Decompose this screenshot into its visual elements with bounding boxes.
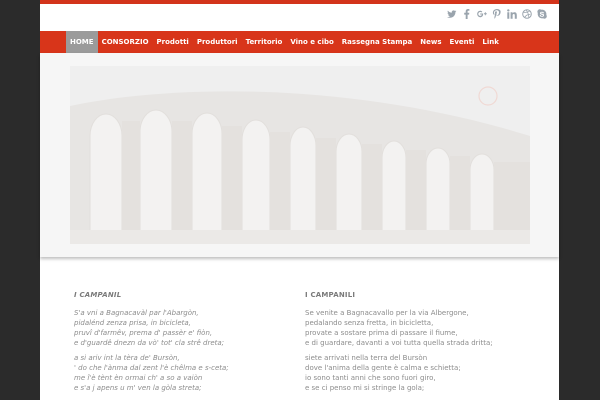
skype-icon[interactable]	[534, 7, 549, 21]
nav-item-prodotti[interactable]: Prodotti	[153, 31, 193, 53]
linkedin-icon[interactable]	[504, 7, 519, 21]
poem-italian: I CAMPANILI Se venite a Bagnacavallo per…	[305, 290, 505, 393]
poem-stanza: siete arrivati nella terra del Bursòn do…	[305, 353, 505, 393]
poem-line: e se ci penso mi si stringe la gola;	[305, 384, 425, 392]
dribbble-icon[interactable]	[519, 7, 534, 21]
poem-line: provate a sostare prima di passare il fi…	[305, 329, 458, 337]
hero-slider[interactable]	[40, 53, 559, 257]
nav-item-eventi[interactable]: Eventi	[446, 31, 479, 53]
poem-title: I CAMPANILI	[305, 291, 356, 299]
poem-stanza: S'a vni a Bagnacavàl par l'Abargòn, pida…	[74, 308, 274, 348]
poem-line: siete arrivati nella terra del Bursòn	[305, 354, 428, 362]
pinterest-icon[interactable]	[489, 7, 504, 21]
nav-item-link[interactable]: Link	[478, 31, 503, 53]
poem-line: me î'è tènt èn ormai ch' a so a vaiòn	[74, 374, 203, 382]
poem-line: pedalando senza fretta, in bicicletta,	[305, 319, 434, 327]
poem-line: ' do che l'ànma dal zent l'è chêlma e s-…	[74, 364, 229, 372]
poem-title: I CAMPANIL	[74, 291, 122, 299]
poem-dialect: I CAMPANIL S'a vni a Bagnacavàl par l'Ab…	[74, 290, 274, 393]
poem-line: e s'a j apens u m' ven la gòla streta;	[74, 384, 202, 392]
top-accent-strip	[40, 0, 559, 4]
nav-item-consorzio[interactable]: CONSORZIO	[98, 31, 153, 53]
nav-item-home[interactable]: HOME	[66, 31, 98, 53]
facebook-icon[interactable]	[459, 7, 474, 21]
poem-line: e di guardare, davanti a voi tutta quell…	[305, 339, 493, 347]
poem-line: S'a vni a Bagnacavàl par l'Abargòn,	[74, 309, 199, 317]
nav-item-rassegna-stampa[interactable]: Rassegna Stampa	[338, 31, 417, 53]
poem-line: Se venite a Bagnacavallo per la via Albe…	[305, 309, 469, 317]
google-plus-icon[interactable]	[474, 7, 489, 21]
nav-item-territorio[interactable]: Territorio	[242, 31, 287, 53]
nav-item-vino-e-cibo[interactable]: Vino e cibo	[286, 31, 337, 53]
hero-image-arcade	[70, 66, 530, 244]
nav-item-news[interactable]: News	[416, 31, 445, 53]
poem-line: pidalénd zenza prisa, in bicicleta,	[74, 319, 191, 327]
main-navigation: HOME CONSORZIO Prodotti Produttori Terri…	[40, 31, 559, 53]
nav-item-produttori[interactable]: Produttori	[193, 31, 242, 53]
poem-line: a si ariv int la tèra de' Bursòn,	[74, 354, 180, 362]
poem-line: dove l'anima della gente è calma e schie…	[305, 364, 461, 372]
poem-line: pruvî d'farmêv, prema d' passèr e' fiòn,	[74, 329, 213, 337]
social-links	[444, 7, 549, 21]
poem-line: io sono tanti anni che sono fuori giro,	[305, 374, 436, 382]
twitter-icon[interactable]	[444, 7, 459, 21]
poem-stanza: Se venite a Bagnacavallo per la via Albe…	[305, 308, 505, 348]
page-container: HOME CONSORZIO Prodotti Produttori Terri…	[40, 0, 559, 400]
poem-stanza: a si ariv int la tèra de' Bursòn, ' do c…	[74, 353, 274, 393]
poem-line: e d'guardê dnezn da vò' tot' cla strê dr…	[74, 339, 225, 347]
